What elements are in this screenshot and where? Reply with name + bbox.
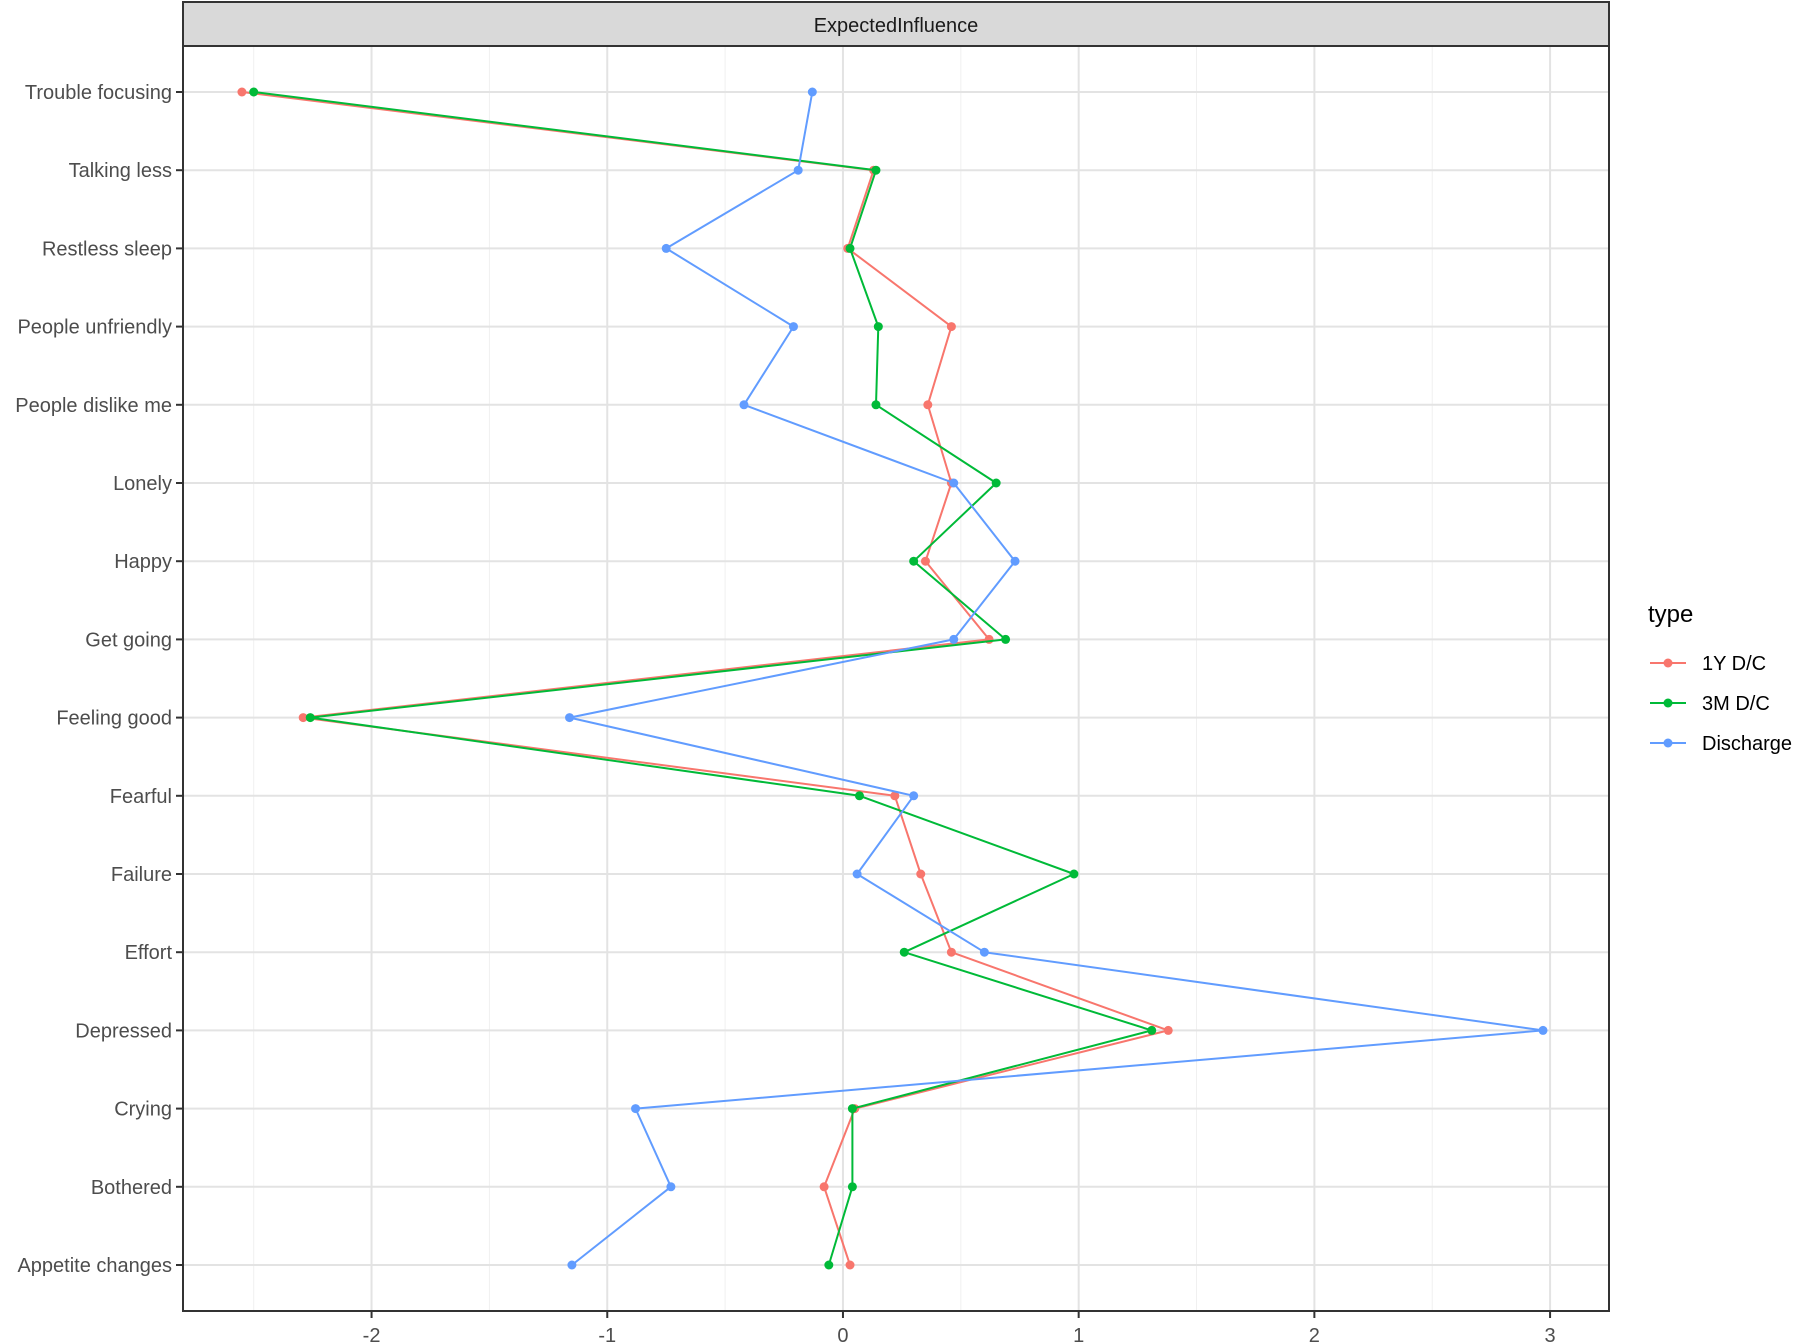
data-point-3m-d-c-restless-sleep — [845, 243, 855, 253]
y-tick-label-crying: Crying — [114, 1099, 172, 1121]
y-tick-label-people-unfriendly: People unfriendly — [17, 317, 172, 339]
expected-influence-chart: ExpectedInfluence Trouble focusing Talkin… — [0, 0, 1800, 1343]
data-point-3m-d-c-effort — [899, 947, 909, 957]
data-point-1y-d-c-failure — [916, 869, 926, 879]
data-point-discharge-bothered — [666, 1182, 676, 1192]
data-point-1y-d-c-bothered — [819, 1182, 829, 1192]
data-point-discharge-trouble-focusing — [807, 87, 817, 97]
x-tick-label: 0 — [837, 1325, 848, 1343]
data-point-3m-d-c-get-going — [1001, 634, 1011, 644]
legend-label: 1Y D/C — [1702, 653, 1766, 675]
y-tick-label-lonely: Lonely — [113, 473, 172, 495]
x-tick-label: 2 — [1309, 1325, 1320, 1343]
data-point-1y-d-c-effort — [946, 947, 956, 957]
y-tick-label-depressed: Depressed — [75, 1020, 172, 1042]
facet-strip-label: ExpectedInfluence — [814, 15, 979, 37]
legend-key-point — [1663, 698, 1673, 708]
data-point-discharge-people-unfriendly — [788, 322, 798, 332]
x-tick-label: -1 — [598, 1325, 616, 1343]
data-point-3m-d-c-people-dislike-me — [871, 400, 881, 410]
data-point-3m-d-c-failure — [1069, 869, 1079, 879]
legend-label: Discharge — [1702, 733, 1792, 755]
data-point-discharge-effort — [979, 947, 989, 957]
data-point-3m-d-c-bothered — [847, 1182, 857, 1192]
data-point-discharge-crying — [631, 1104, 641, 1114]
y-tick-label-failure: Failure — [111, 864, 172, 886]
data-point-discharge-get-going — [949, 634, 959, 644]
data-point-3m-d-c-people-unfriendly — [873, 322, 883, 332]
legend-title: type — [1648, 601, 1693, 628]
y-tick-label-feeling-good: Feeling good — [56, 708, 172, 730]
data-point-1y-d-c-happy — [920, 556, 930, 566]
y-tick-label-bothered: Bothered — [91, 1177, 172, 1199]
y-tick-label-people-dislike-me: People dislike me — [15, 395, 172, 417]
y-tick-label-trouble-focusing: Trouble focusing — [25, 82, 172, 104]
data-point-discharge-failure — [852, 869, 862, 879]
legend-label: 3M D/C — [1702, 693, 1770, 715]
data-point-discharge-feeling-good — [565, 713, 575, 723]
data-point-1y-d-c-trouble-focusing — [237, 87, 247, 97]
data-point-3m-d-c-talking-less — [871, 165, 881, 175]
data-point-discharge-talking-less — [793, 165, 803, 175]
panel-grid — [183, 46, 1609, 1311]
data-point-discharge-fearful — [909, 791, 919, 801]
data-point-3m-d-c-appetite-changes — [824, 1260, 834, 1270]
y-tick-label-restless-sleep: Restless sleep — [42, 238, 172, 260]
data-point-3m-d-c-fearful — [854, 791, 864, 801]
data-point-discharge-people-dislike-me — [739, 400, 749, 410]
data-point-3m-d-c-crying — [847, 1104, 857, 1114]
y-tick-label-get-going: Get going — [85, 629, 172, 651]
data-point-3m-d-c-trouble-focusing — [249, 87, 259, 97]
data-point-1y-d-c-people-unfriendly — [946, 322, 956, 332]
x-tick-label: 1 — [1073, 1325, 1084, 1343]
chart-svg: ExpectedInfluence Trouble focusing Talkin… — [0, 0, 1800, 1343]
data-point-3m-d-c-depressed — [1147, 1025, 1157, 1035]
x-tick-label: 3 — [1545, 1325, 1556, 1343]
data-point-3m-d-c-feeling-good — [305, 713, 315, 723]
data-point-discharge-restless-sleep — [661, 243, 671, 253]
y-tick-label-effort: Effort — [125, 942, 173, 964]
data-point-3m-d-c-lonely — [991, 478, 1001, 488]
data-point-discharge-depressed — [1538, 1025, 1548, 1035]
x-tick-label: -2 — [363, 1325, 381, 1343]
legend-key-point — [1663, 738, 1673, 748]
data-point-1y-d-c-appetite-changes — [845, 1260, 855, 1270]
data-point-discharge-happy — [1010, 556, 1020, 566]
data-point-discharge-appetite-changes — [567, 1260, 577, 1270]
panel-background — [183, 46, 1609, 1311]
data-point-3m-d-c-happy — [909, 556, 919, 566]
y-tick-label-talking-less: Talking less — [69, 160, 172, 182]
data-point-1y-d-c-depressed — [1163, 1025, 1173, 1035]
y-tick-label-happy: Happy — [114, 551, 172, 573]
data-point-1y-d-c-people-dislike-me — [923, 400, 933, 410]
y-tick-label-fearful: Fearful — [110, 786, 172, 808]
legend-key-point — [1663, 658, 1673, 668]
y-tick-label-appetite-changes: Appetite changes — [17, 1255, 172, 1277]
facet-strip: ExpectedInfluence — [182, 1, 1610, 47]
data-point-discharge-lonely — [949, 478, 959, 488]
